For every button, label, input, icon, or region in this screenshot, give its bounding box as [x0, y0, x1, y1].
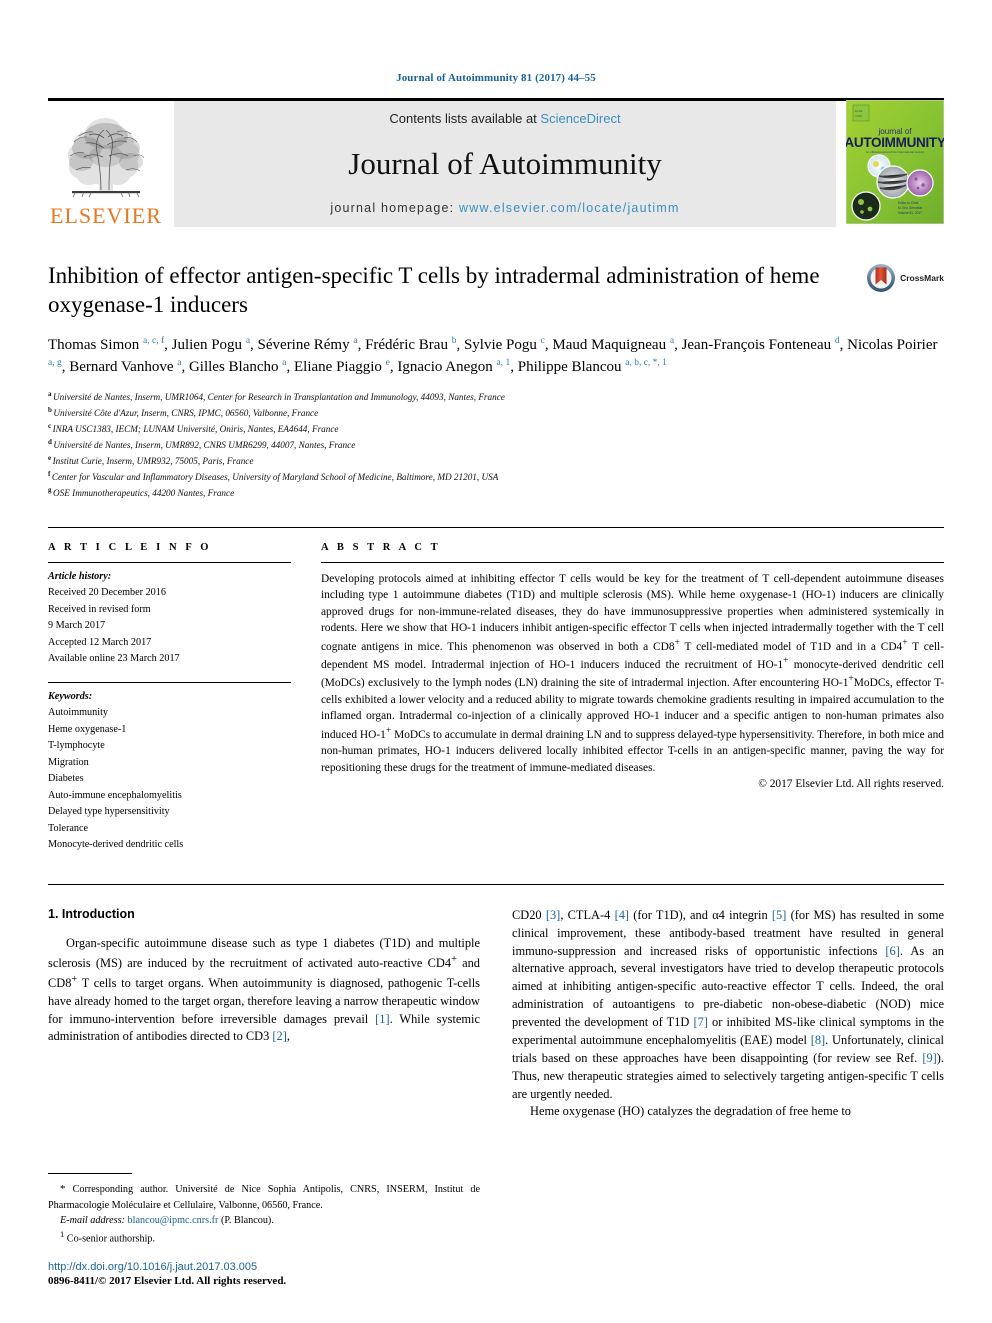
svg-text:M. Eric Gershwin: M. Eric Gershwin — [898, 206, 922, 210]
affiliation-text: OSE Immunotherapeutics, 44200 Nantes, Fr… — [53, 487, 235, 498]
homepage-prefix-text: journal homepage: — [330, 201, 460, 215]
history-item: Received in revised form — [48, 603, 151, 615]
affiliation-item: g OSE Immunotherapeutics, 44200 Nantes, F… — [48, 485, 944, 501]
journal-band: Contents lists available at ScienceDirec… — [174, 101, 836, 227]
journal-masthead: ELSEVIER Contents lists available at Sci… — [48, 98, 946, 229]
info-abstract-region: A R T I C L E I N F O Article history: R… — [48, 526, 944, 854]
author-list: Thomas Simon a, c, f, Julien Pogu a, Sév… — [48, 335, 938, 376]
abstract-heading: A B S T R A C T — [321, 541, 441, 553]
affiliation-marker: a — [48, 389, 52, 398]
affiliation-marker: g — [48, 485, 52, 494]
affiliation-text: Université de Nantes, Inserm, UMR892, CN… — [53, 439, 356, 450]
journal-cover-thumbnail: ELSE VIER journal of AUTOIMMUNITY an offi… — [844, 99, 946, 229]
keywords-label: Keywords: — [48, 690, 93, 702]
affiliation-text: Center for Vascular and Inflammatory Dis… — [51, 471, 499, 482]
keyword-item: Tolerance — [48, 822, 89, 834]
intro-paragraph-right-2: Heme oxygenase (HO) catalyzes the degrad… — [530, 1104, 851, 1119]
footnote-divider — [48, 1173, 132, 1175]
svg-text:Editor-in-Chief: Editor-in-Chief — [898, 201, 918, 205]
keyword-item: Delayed type hypersensitivity — [48, 806, 170, 818]
affiliation-item: a Université de Nantes, Inserm, UMR1064, … — [48, 389, 944, 405]
keyword-item: Autoimmunity — [48, 707, 108, 719]
affiliation-item: e Institut Curie, Inserm, UMR932, 75005, … — [48, 453, 944, 469]
keyword-item: Auto-immune encephalomyelitis — [48, 789, 182, 801]
affiliation-item: d Université de Nantes, Inserm, UMR892, C… — [48, 437, 944, 453]
body-column-right: CD20 [3], CTLA-4 [4] (for T1D), and α4 i… — [512, 907, 944, 1121]
body-column-left: 1. Introduction Organ-specific autoimmun… — [48, 907, 480, 1121]
history-item: Accepted 12 March 2017 — [48, 636, 152, 648]
affiliation-item: c INRA USC1383, IECM; LUNAM Université, O… — [48, 421, 944, 437]
keywords-block: Keywords: Autoimmunity Heme oxygenase-1 … — [48, 683, 291, 854]
title-block: Inhibition of effector antigen-specific … — [48, 261, 944, 320]
article-info-column: A R T I C L E I N F O Article history: R… — [48, 542, 313, 854]
intro-paragraph-left: Organ-specific autoimmune disease such a… — [48, 935, 480, 1044]
svg-text:Volume 81, 2017: Volume 81, 2017 — [898, 211, 922, 215]
contents-available-line: Contents lists available at ScienceDirec… — [389, 111, 620, 126]
email-link[interactable]: blancou@ipmc.cnrs.fr — [128, 1215, 219, 1226]
affiliation-item: f Center for Vascular and Inflammatory Di… — [48, 469, 944, 485]
crossmark-icon — [867, 264, 896, 292]
affiliation-marker: f — [48, 469, 51, 478]
svg-text:AUTOIMMUNITY: AUTOIMMUNITY — [846, 135, 944, 150]
affiliation-marker: c — [48, 421, 52, 430]
issn-copyright-line: 0896-8411/© 2017 Elsevier Ltd. All right… — [48, 1275, 287, 1287]
history-item: Available online 23 March 2017 — [48, 653, 180, 665]
crossmark-badge[interactable]: CrossMark — [866, 263, 944, 293]
journal-cover-image: ELSEVIER journal of AUTOIMMUNITY an offi… — [844, 99, 946, 224]
affiliation-marker: e — [48, 453, 52, 462]
affiliation-list: a Université de Nantes, Inserm, UMR1064, … — [48, 389, 944, 501]
paper-page: Journal of Autoimmunity 81 (2017) 44–55 — [0, 0, 992, 1323]
affiliation-text: Institut Curie, Inserm, UMR932, 75005, P… — [52, 455, 254, 466]
elsevier-logo: ELSEVIER — [48, 101, 164, 227]
crossmark-label: CrossMark — [900, 273, 944, 283]
journal-homepage-line: journal homepage: www.elsevier.com/locat… — [330, 201, 679, 215]
history-item: 9 March 2017 — [48, 620, 106, 632]
article-history-block: Article history: Received 20 December 20… — [48, 563, 291, 668]
affiliation-text: INRA USC1383, IECM; LUNAM Université, On… — [52, 423, 339, 434]
affiliation-text: Université Côte d'Azur, Inserm, CNRS, IP… — [53, 407, 319, 418]
article-history-label: Article history: — [48, 570, 112, 582]
affiliation-marker: b — [48, 405, 52, 414]
elsevier-tree-icon — [67, 118, 145, 198]
svg-text:an official journal of the int: an official journal of the international… — [866, 150, 925, 154]
keyword-item: T-lymphocyte — [48, 740, 105, 752]
footnote-region: * Corresponding author. Université de Ni… — [48, 1173, 480, 1287]
intro-paragraph-right-1: CD20 [3], CTLA-4 [4] (for T1D), and α4 i… — [512, 907, 944, 1101]
email-note: E-mail address: blancou@ipmc.cnrs.fr (P.… — [48, 1213, 480, 1228]
sciencedirect-link[interactable]: ScienceDirect — [540, 111, 620, 126]
email-label: E-mail address: — [60, 1215, 125, 1227]
cosenior-note: 1 Co-senior authorship. — [60, 1229, 156, 1245]
abstract-text: Developing protocols aimed at inhibiting… — [321, 572, 945, 774]
history-item: Received 20 December 2016 — [48, 587, 166, 599]
abstract-column: A B S T R A C T Developing protocols aim… — [313, 542, 944, 854]
body-columns: 1. Introduction Organ-specific autoimmun… — [48, 883, 944, 1121]
journal-title: Journal of Autoimmunity — [348, 146, 662, 181]
keyword-item: Diabetes — [48, 773, 84, 785]
article-info-heading: A R T I C L E I N F O — [48, 541, 212, 553]
journal-homepage-link[interactable]: www.elsevier.com/locate/jautimm — [459, 201, 680, 215]
email-owner: (P. Blancou). — [220, 1215, 274, 1227]
keyword-item: Migration — [48, 756, 89, 768]
section-heading-introduction: 1. Introduction — [48, 906, 135, 921]
elsevier-wordmark: ELSEVIER — [50, 203, 162, 228]
affiliation-text: Université de Nantes, Inserm, UMR1064, C… — [53, 391, 505, 402]
svg-text:ELSE: ELSE — [855, 109, 863, 113]
corresponding-author-note: * Corresponding author. Université de Ni… — [48, 1183, 480, 1211]
running-head: Journal of Autoimmunity 81 (2017) 44–55 — [396, 72, 596, 84]
affiliation-marker: d — [48, 437, 52, 446]
contents-prefix-text: Contents lists available at — [389, 111, 541, 126]
abstract-copyright: © 2017 Elsevier Ltd. All rights reserved… — [758, 778, 944, 791]
keyword-item: Heme oxygenase-1 — [48, 723, 127, 735]
keyword-item: Monocyte-derived dendritic cells — [48, 839, 184, 851]
doi-link[interactable]: http://dx.doi.org/10.1016/j.jaut.2017.03… — [48, 1261, 480, 1273]
affiliation-item: b Université Côte d'Azur, Inserm, CNRS, I… — [48, 405, 944, 421]
svg-text:VIER: VIER — [855, 114, 863, 118]
page-title: Inhibition of effector antigen-specific … — [48, 263, 820, 318]
